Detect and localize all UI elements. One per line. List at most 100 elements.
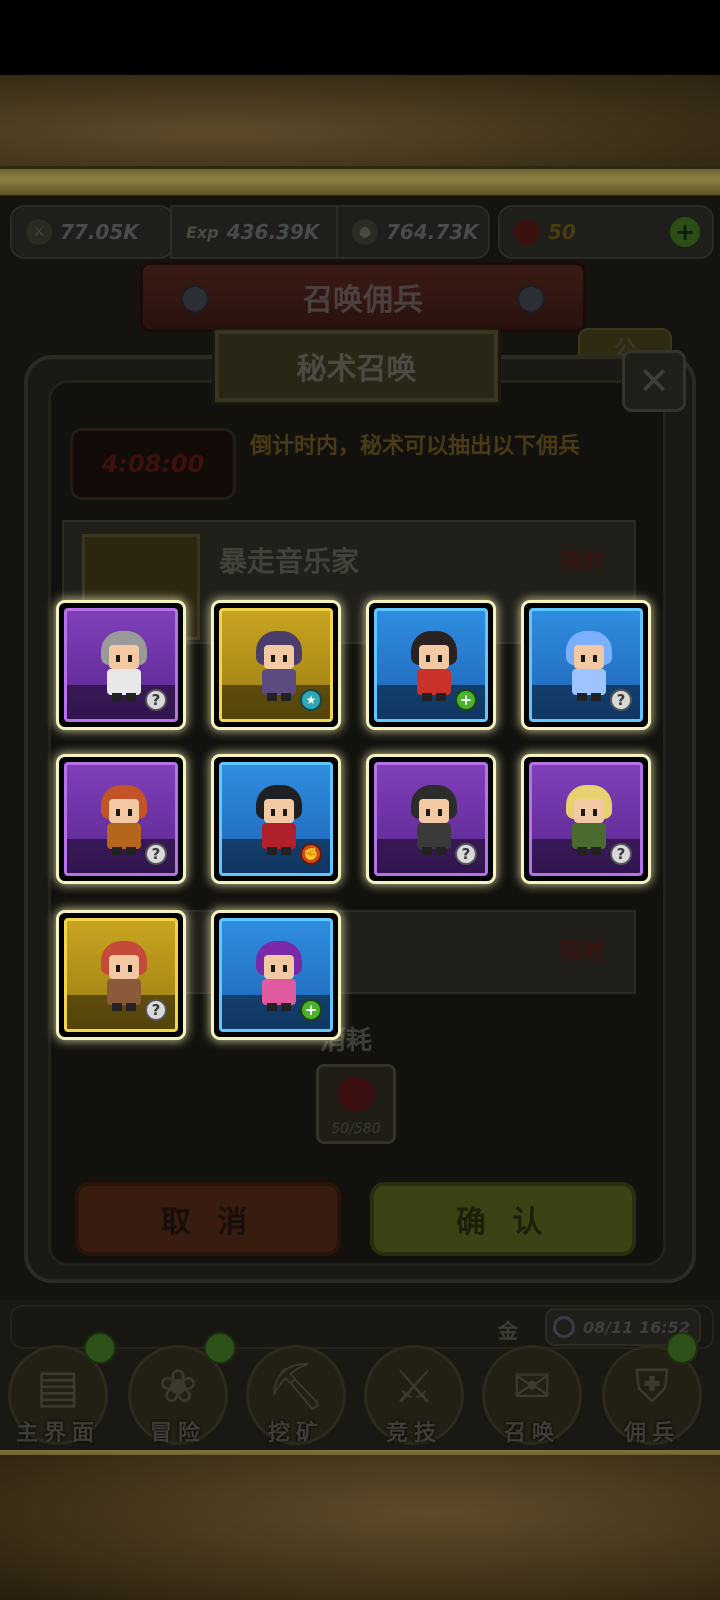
hero-sprite <box>99 631 149 701</box>
hero-eye <box>271 809 275 816</box>
close-button[interactable]: ✕ <box>622 350 686 412</box>
hero-eye <box>271 655 275 662</box>
hero-leg <box>112 847 122 855</box>
parchment-background-bottom <box>0 1455 720 1600</box>
hero-card[interactable]: ? <box>59 603 183 727</box>
gold-label: 金 <box>498 1319 518 1343</box>
nav-label: 召唤 <box>503 1421 560 1446</box>
hero-card[interactable]: ✊ <box>214 757 338 881</box>
hero-card-frame: ? <box>64 918 178 1032</box>
hero-card[interactable]: ? <box>369 757 493 881</box>
add-gem-button[interactable]: + <box>670 217 700 247</box>
countdown-hint: 倒计时内，秘术可以抽出以下佣兵 <box>250 434 581 459</box>
banner-orb-right-icon <box>517 285 545 313</box>
hero-card[interactable]: ★ <box>214 603 338 727</box>
nav-summon[interactable]: ✉ 召唤 <box>476 1345 588 1446</box>
hero-card-frame: ? <box>529 762 643 876</box>
limited-tag: 限时 <box>559 550 604 575</box>
hero-eye <box>128 655 132 662</box>
hero-face <box>109 799 139 823</box>
cancel-button[interactable]: 取 消 <box>75 1182 341 1256</box>
nav-label: 主界面 <box>15 1421 100 1446</box>
hero-card[interactable]: + <box>369 603 493 727</box>
hero-sprite <box>99 941 149 1011</box>
hero-eye <box>426 809 430 816</box>
adventure-icon: ❀ <box>158 1359 198 1413</box>
hero-face <box>419 645 449 669</box>
hero-leg <box>436 693 446 701</box>
hero-card[interactable]: ? <box>524 603 648 727</box>
featured-hero-name: 暴走音乐家 <box>219 545 360 578</box>
hero-leg <box>422 847 432 855</box>
hero-face <box>574 799 604 823</box>
hero-sprite <box>254 941 304 1011</box>
hero-leg <box>281 1003 291 1011</box>
map-icon: ▤ <box>36 1359 80 1413</box>
nav-mining[interactable]: ⛏ 挖矿 <box>240 1345 352 1446</box>
hero-eye <box>593 655 597 662</box>
parchment-background-top <box>0 75 720 170</box>
hero-eye <box>116 965 120 972</box>
hero-eye <box>593 809 597 816</box>
clock-icon <box>553 1316 575 1338</box>
hero-card[interactable]: ? <box>59 913 183 1037</box>
hero-leg <box>591 693 601 701</box>
hero-leg <box>281 693 291 701</box>
gold-rail-top <box>0 166 720 198</box>
hero-sprite <box>254 631 304 701</box>
hero-eye <box>438 655 442 662</box>
hero-eye <box>116 655 120 662</box>
nav-label: 竞技 <box>385 1421 442 1446</box>
help-badge-icon: ? <box>610 689 632 711</box>
hero-card-frame: ? <box>374 762 488 876</box>
hero-face <box>109 955 139 979</box>
banner-orb-left-icon <box>181 285 209 313</box>
hero-sprite <box>409 631 459 701</box>
nav-label: 冒险 <box>149 1421 206 1446</box>
help-badge-icon: ? <box>610 843 632 865</box>
armor-icon: ⛨ <box>634 1359 670 1413</box>
nav-label: 佣兵 <box>623 1421 680 1446</box>
hero-body <box>107 669 141 695</box>
confirm-button[interactable]: 确 认 <box>370 1182 636 1256</box>
crossed-swords-icon: ⚔ <box>393 1359 435 1413</box>
hero-body <box>417 669 451 695</box>
dialog-title: 秘术召唤 <box>215 330 498 402</box>
hero-face <box>264 645 294 669</box>
limited-tag: 限时 <box>559 940 604 965</box>
hero-eye <box>283 809 287 816</box>
gem-value: 50 <box>548 220 576 244</box>
coin-value: 764.73K <box>386 220 479 244</box>
hero-leg <box>267 693 277 701</box>
hero-face <box>264 799 294 823</box>
hero-card[interactable]: ? <box>524 757 648 881</box>
gem-resource: 50 + <box>498 205 714 259</box>
hero-eye <box>128 965 132 972</box>
hero-leg <box>591 847 601 855</box>
hero-body <box>572 823 606 849</box>
hero-card-frame: ? <box>529 608 643 722</box>
nav-arena[interactable]: ⚔ 竞技 <box>358 1345 470 1446</box>
coin-resource: ● 764.73K <box>336 205 490 259</box>
hero-leg <box>577 847 587 855</box>
consume-item: 50/580 <box>316 1064 396 1144</box>
hero-eye <box>283 655 287 662</box>
resource-bar: ⚔ 77.05K Exp 436.39K ● 764.73K 50 + <box>10 205 714 259</box>
hero-leg <box>267 847 277 855</box>
banner-title: 召唤佣兵 <box>303 283 423 318</box>
hero-eye <box>116 809 120 816</box>
help-badge-icon: ? <box>145 843 167 865</box>
hero-card-frame: ✊ <box>219 762 333 876</box>
hero-leg <box>126 693 136 701</box>
hero-card[interactable]: ? <box>59 757 183 881</box>
exp-value: 436.39K <box>226 220 320 244</box>
pickaxe-icon: ⛏ <box>266 1359 326 1413</box>
hero-body <box>262 823 296 849</box>
hero-body <box>262 979 296 1005</box>
hero-card-frame: ? <box>64 608 178 722</box>
hero-card-frame: ? <box>64 762 178 876</box>
hero-eye <box>271 965 275 972</box>
hero-leg <box>436 847 446 855</box>
hero-leg <box>112 693 122 701</box>
hero-card[interactable]: + <box>214 913 338 1037</box>
